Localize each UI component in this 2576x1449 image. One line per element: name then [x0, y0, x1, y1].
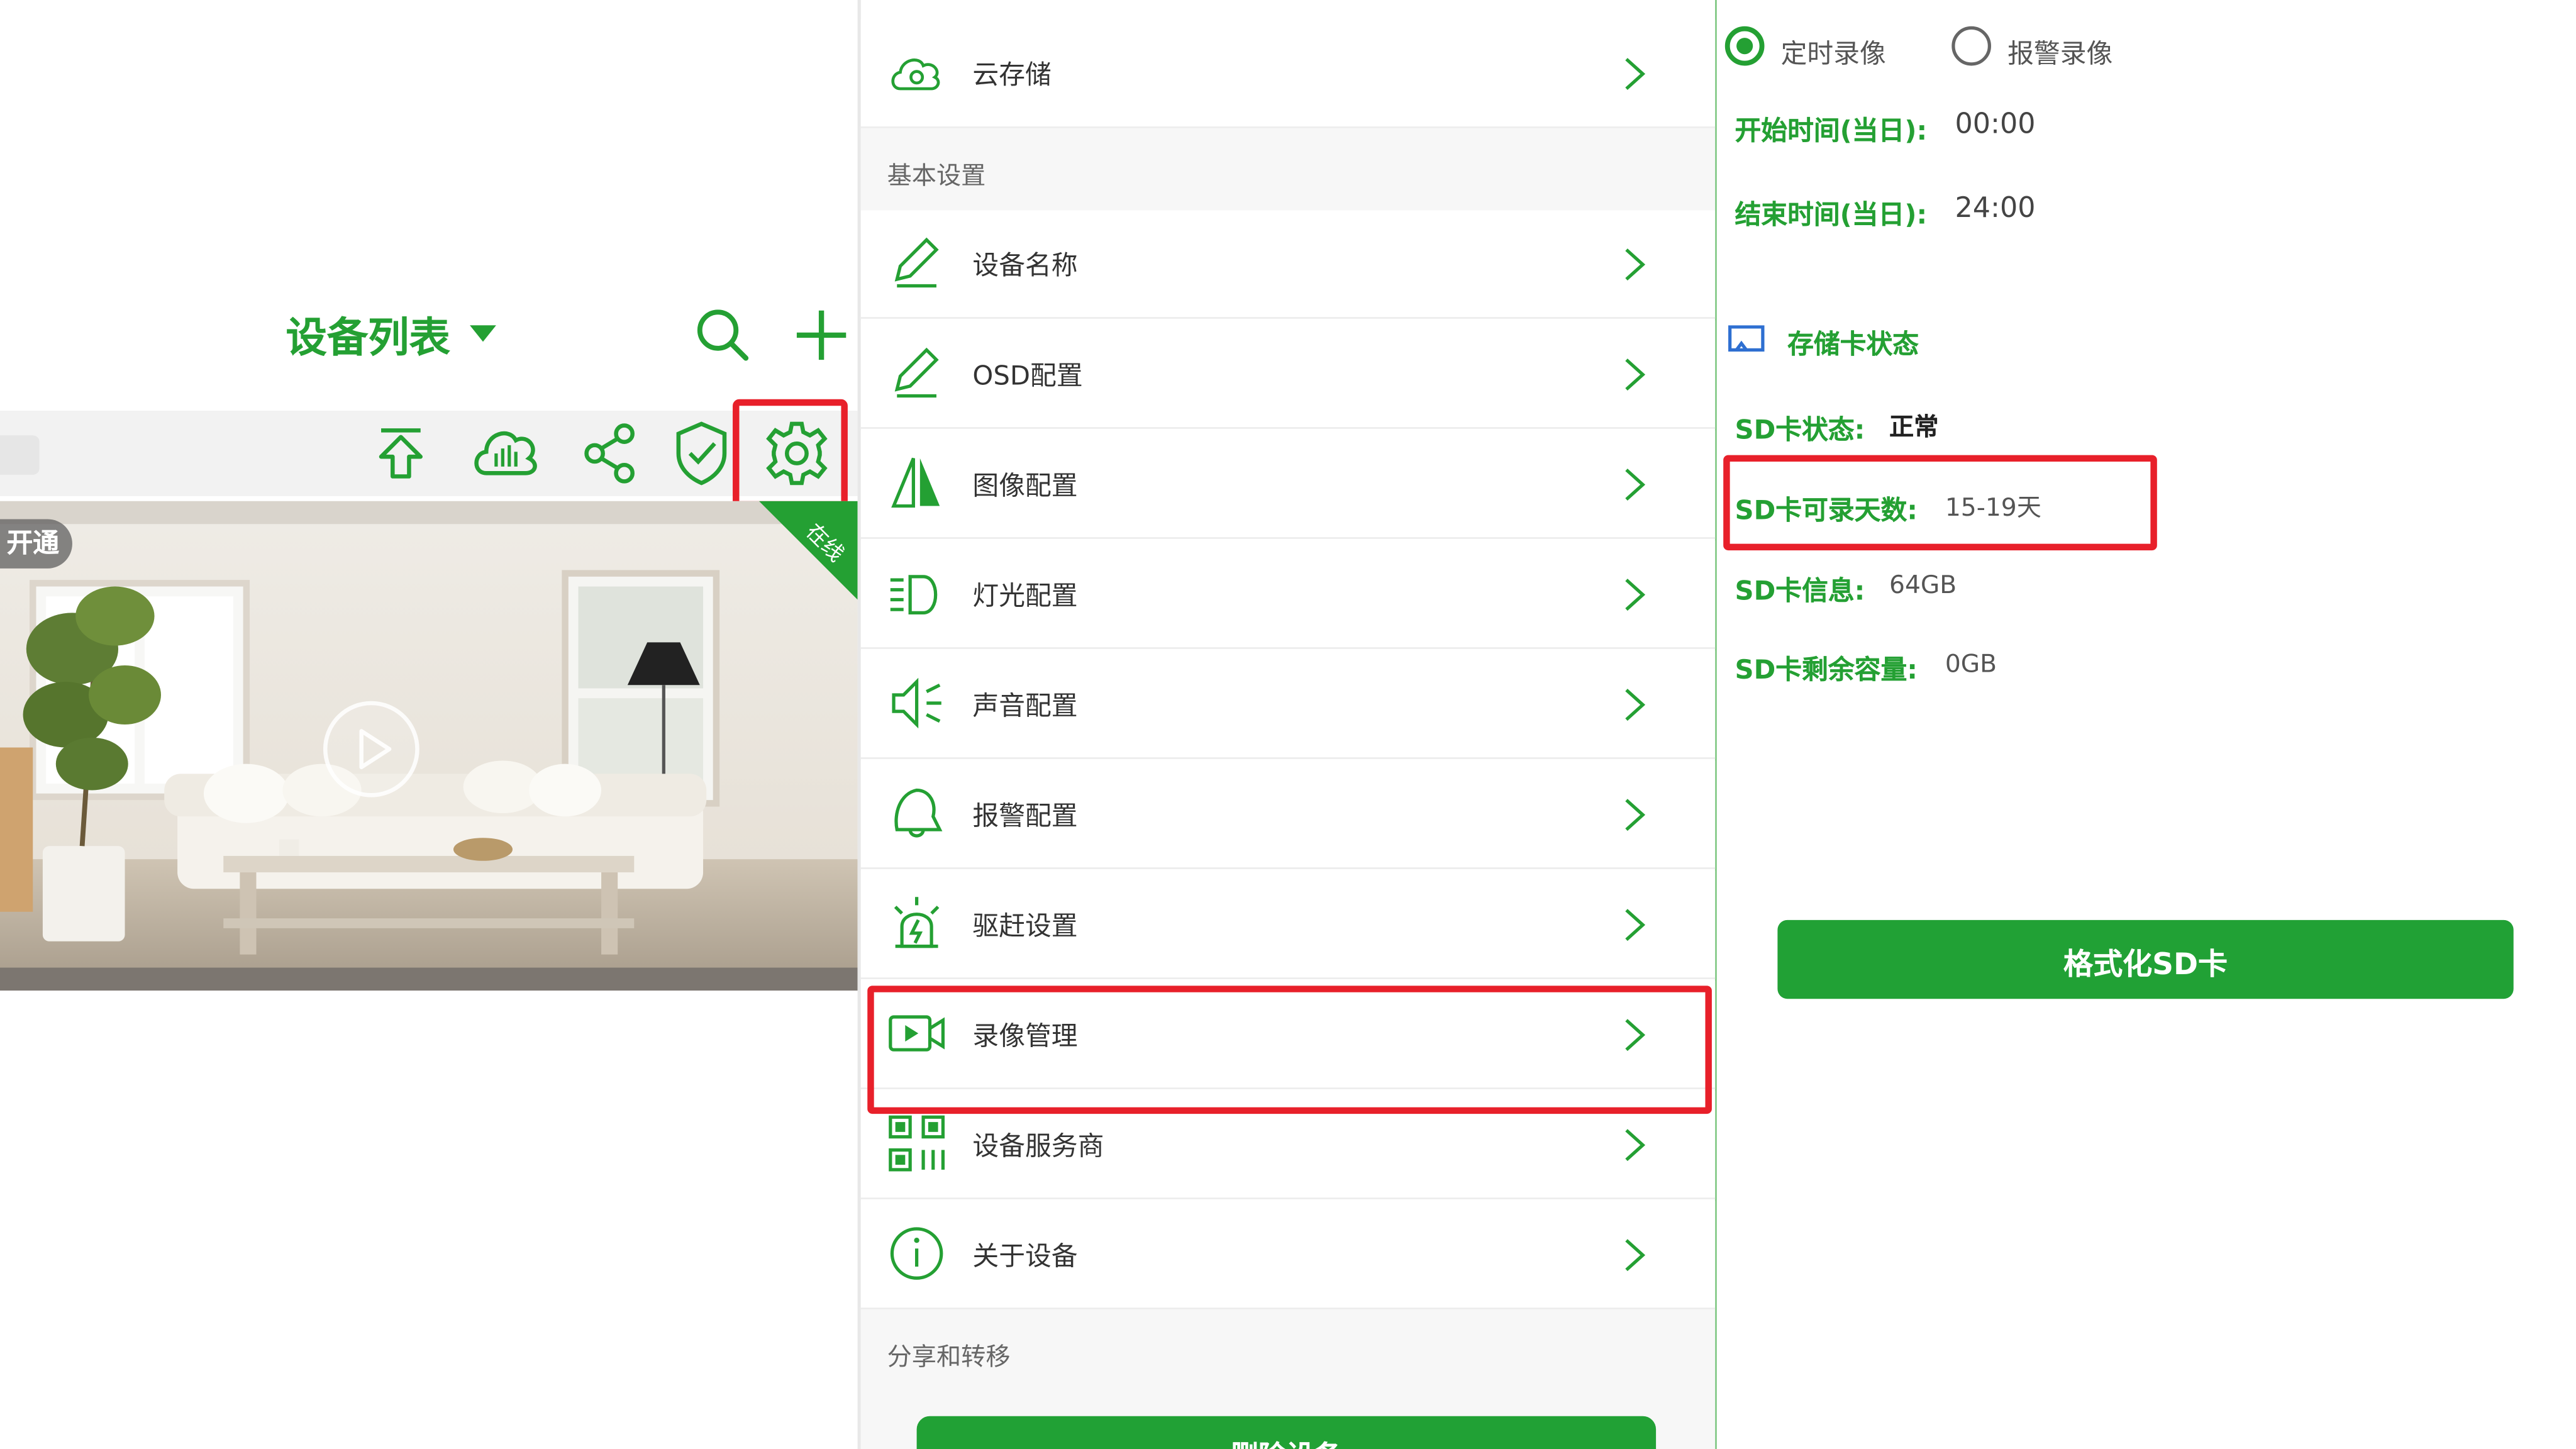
menu-item-label: 报警配置 [972, 800, 1078, 831]
image-config-icon [891, 457, 940, 508]
menu-item-image-config[interactable]: 图像配置 [860, 430, 1716, 539]
storage-status-title: 存储卡状态 [1787, 328, 1919, 360]
delete-device-button[interactable]: 删除设备 [916, 1416, 1657, 1449]
menu-item-label: 声音配置 [972, 690, 1078, 721]
activate-badge[interactable]: 开通 [0, 519, 72, 569]
chevron-right-icon [1625, 1239, 1646, 1272]
format-sd-label: 格式化SD卡 [2063, 948, 2228, 983]
start-time-value[interactable]: 00:00 [1955, 108, 2036, 141]
menu-item-sound-config[interactable]: 声音配置 [860, 650, 1716, 759]
camera-preview[interactable] [0, 501, 858, 991]
end-time-value[interactable]: 24:00 [1955, 192, 2036, 225]
sd-days-highlight-box [1723, 455, 2157, 551]
chevron-right-icon [1625, 799, 1646, 831]
device-name-tab[interactable] [0, 435, 40, 475]
qr-icon [889, 1115, 945, 1172]
chevron-right-icon [1625, 358, 1646, 391]
info-icon [890, 1227, 943, 1280]
alarm-icon [894, 788, 943, 838]
sd-remaining-label: SD卡剩余容量: [1735, 653, 1918, 686]
sd-status-value: 正常 [1889, 412, 1939, 442]
menu-item-label: 关于设备 [972, 1240, 1078, 1272]
radio-label-scheduled: 定时录像 [1780, 38, 1886, 69]
section-header-basic: 基本设置 [887, 160, 986, 191]
menu-item-label: OSD配置 [972, 360, 1083, 391]
pencil-icon [894, 237, 939, 288]
device-list-title[interactable]: 设备列表 [286, 306, 450, 365]
pencil-icon [894, 347, 939, 398]
cloud-icon[interactable] [470, 417, 542, 489]
delete-device-label: 删除设备 [917, 1433, 1656, 1449]
format-sd-button[interactable]: 格式化SD卡 [1777, 919, 2514, 999]
menu-item-label: 设备服务商 [972, 1130, 1104, 1162]
section-header-share: 分享和转移 [887, 1342, 1011, 1372]
chevron-right-icon [1625, 909, 1646, 941]
menu-item-light-config[interactable]: 灯光配置 [860, 540, 1716, 649]
caret-down-icon[interactable] [470, 325, 496, 342]
cloud-storage-icon [891, 58, 940, 91]
start-time-label: 开始时间(当日): [1735, 114, 1928, 147]
end-time-label: 结束时间(当日): [1735, 199, 1928, 230]
sd-info-value: 64GB [1889, 570, 1957, 600]
chevron-right-icon [1625, 689, 1646, 721]
chevron-right-icon [1625, 58, 1646, 91]
recording-management-highlight-box [867, 985, 1712, 1114]
speaker-icon [892, 677, 941, 729]
sd-info-label: SD卡信息: [1735, 575, 1865, 606]
sd-status-label: SD卡状态: [1735, 414, 1865, 445]
play-icon[interactable] [322, 700, 421, 799]
radio-label-alarm: 报警录像 [2007, 38, 2113, 69]
menu-item-label: 灯光配置 [972, 580, 1078, 611]
siren-icon [894, 897, 940, 948]
add-icon[interactable] [789, 303, 854, 368]
upgrade-icon[interactable] [365, 417, 437, 489]
menu-item-device-name[interactable]: 设备名称 [860, 210, 1716, 319]
share-icon[interactable] [575, 417, 647, 489]
light-icon [890, 575, 938, 614]
menu-item-cloud-storage[interactable]: 云存储 [860, 19, 1716, 128]
settings-highlight-box [733, 399, 848, 508]
menu-item-label: 图像配置 [972, 470, 1078, 501]
sd-remaining-value: 0GB [1945, 648, 1997, 679]
menu-item-label: 驱赶设置 [972, 910, 1078, 941]
menu-item-about-device[interactable]: 关于设备 [860, 1201, 1716, 1309]
menu-item-label: 云存储 [972, 59, 1052, 91]
storage-card-icon [1728, 325, 1765, 352]
search-icon[interactable] [690, 303, 755, 368]
menu-item-label: 设备名称 [972, 250, 1078, 281]
chevron-right-icon [1625, 469, 1646, 501]
menu-item-alarm-config[interactable]: 报警配置 [860, 760, 1716, 869]
radio-alarm-recording[interactable] [1951, 26, 1991, 66]
chevron-right-icon [1625, 579, 1646, 611]
menu-item-deter-setting[interactable]: 驱赶设置 [860, 870, 1716, 979]
shield-icon[interactable] [665, 417, 738, 489]
menu-item-osd[interactable]: OSD配置 [860, 320, 1716, 429]
panel-divider [1715, 0, 1717, 1449]
radio-scheduled-recording[interactable] [1724, 26, 1765, 66]
chevron-right-icon [1625, 1129, 1646, 1162]
chevron-right-icon [1625, 248, 1646, 281]
